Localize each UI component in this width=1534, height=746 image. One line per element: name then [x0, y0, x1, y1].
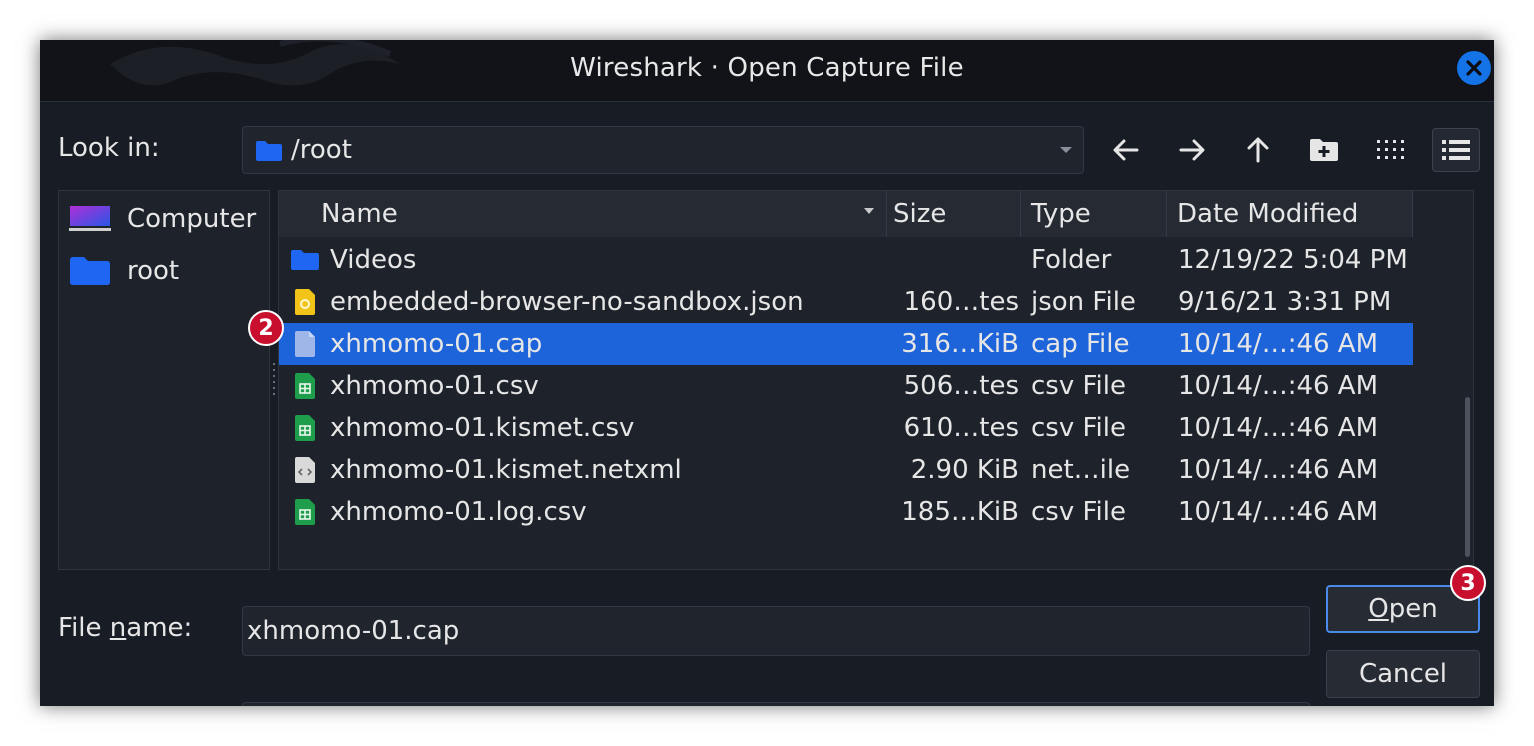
- sidebar-item-computer[interactable]: Computer: [69, 197, 256, 241]
- file-date: 10/14/…:46 AM: [1178, 329, 1379, 359]
- look-in-combobox[interactable]: /root: [242, 126, 1084, 174]
- file-name: xhmomo-01.cap: [330, 329, 543, 359]
- new-folder-button[interactable]: [1300, 128, 1348, 172]
- sort-descending-icon: [864, 208, 874, 214]
- parent-directory-button[interactable]: [1234, 128, 1282, 172]
- file-size: 160…tes: [903, 287, 1019, 317]
- close-icon: [1466, 60, 1482, 76]
- splitter-handle[interactable]: [272, 363, 276, 399]
- column-header-date-modified[interactable]: Date Modified: [1165, 191, 1413, 237]
- file-row-xhmomo-kismet-netxml[interactable]: xhmomo-01.kismet.netxml 2.90 KiB net…ile…: [279, 449, 1413, 491]
- cancel-button[interactable]: Cancel: [1326, 650, 1480, 698]
- file-type: csv File: [1031, 371, 1126, 401]
- file-row-xhmomo-kismet-csv[interactable]: xhmomo-01.kismet.csv 610…tes csv File 10…: [279, 407, 1413, 449]
- file-date: 10/14/…:46 AM: [1178, 413, 1379, 443]
- file-type: net…ile: [1031, 455, 1131, 485]
- file-size: 185…KiB: [901, 497, 1019, 527]
- step-marker-3: 3: [1450, 565, 1486, 601]
- icon-view-icon: [1377, 140, 1404, 159]
- forward-arrow-icon: [1179, 139, 1205, 161]
- folder-icon: [69, 256, 111, 286]
- file-date: 12/19/22 5:04 PM: [1178, 245, 1408, 275]
- column-header-type[interactable]: Type: [1019, 191, 1167, 237]
- file-row-videos[interactable]: Videos Folder 12/19/22 5:04 PM: [279, 239, 1413, 281]
- file-name-label: File name:: [58, 613, 193, 643]
- file-type: cap File: [1031, 329, 1130, 359]
- file-row-xhmomo-log-csv[interactable]: xhmomo-01.log.csv 185…KiB csv File 10/14…: [279, 491, 1413, 533]
- detail-view-button[interactable]: [1432, 128, 1480, 172]
- close-button[interactable]: [1457, 51, 1491, 85]
- file-type-combobox[interactable]: [242, 702, 1310, 706]
- file-type: csv File: [1031, 497, 1126, 527]
- file-name: xhmomo-01.kismet.netxml: [330, 455, 682, 485]
- file-list[interactable]: Name Size Type Date Modified Videos Fold…: [278, 190, 1474, 570]
- file-name: xhmomo-01.log.csv: [330, 497, 587, 527]
- column-header-name[interactable]: Name: [309, 191, 887, 237]
- window-title: Wireshark · Open Capture File: [570, 53, 964, 83]
- file-size: 610…tes: [903, 413, 1019, 443]
- look-in-label: Look in:: [58, 133, 160, 163]
- chevron-down-icon: [1060, 147, 1072, 153]
- file-date: 10/14/…:46 AM: [1178, 497, 1379, 527]
- file-name-input[interactable]: xhmomo-01.cap: [242, 606, 1310, 656]
- title-bar[interactable]: Wireshark · Open Capture File: [40, 40, 1494, 102]
- folder-icon: [287, 239, 323, 281]
- file-date: 10/14/…:46 AM: [1178, 455, 1379, 485]
- file-size: 506…tes: [903, 371, 1019, 401]
- back-button[interactable]: [1102, 128, 1150, 172]
- file-list-header: Name Size Type Date Modified: [279, 191, 1413, 237]
- file-icon: [287, 323, 323, 365]
- icon-view-button[interactable]: [1366, 128, 1414, 172]
- computer-icon: [69, 205, 111, 233]
- new-folder-icon: [1310, 139, 1338, 161]
- spreadsheet-icon: [287, 365, 323, 407]
- look-in-path: /root: [291, 135, 352, 165]
- open-capture-file-dialog: Wireshark · Open Capture File Look in: /…: [40, 40, 1494, 706]
- folder-icon: [256, 141, 282, 161]
- file-row-xhmomo-cap[interactable]: xhmomo-01.cap 316…KiB cap File 10/14/…:4…: [279, 323, 1413, 365]
- file-type: Folder: [1031, 245, 1112, 275]
- sidebar-item-label: Computer: [127, 204, 257, 234]
- file-row-xhmomo-csv[interactable]: xhmomo-01.csv 506…tes csv File 10/14/…:4…: [279, 365, 1413, 407]
- sidebar-item-root[interactable]: root: [69, 249, 179, 293]
- file-size: [877, 239, 1019, 281]
- file-name: xhmomo-01.csv: [330, 371, 539, 401]
- file-date: 10/14/…:46 AM: [1178, 371, 1379, 401]
- file-date: 9/16/21 3:31 PM: [1178, 287, 1392, 317]
- spreadsheet-icon: [287, 491, 323, 533]
- file-size: 316…KiB: [901, 329, 1019, 359]
- file-type: json File: [1031, 287, 1136, 317]
- step-marker-2: 2: [248, 310, 284, 346]
- file-name: xhmomo-01.kismet.csv: [330, 413, 635, 443]
- file-row-embedded-browser-json[interactable]: embedded-browser-no-sandbox.json 160…tes…: [279, 281, 1413, 323]
- sidebar-item-label: root: [127, 256, 180, 286]
- up-arrow-icon: [1247, 137, 1269, 163]
- json-file-icon: [287, 281, 323, 323]
- vertical-scrollbar[interactable]: [1465, 397, 1470, 557]
- places-sidebar: Computer root: [58, 190, 270, 570]
- back-arrow-icon: [1113, 139, 1139, 161]
- file-name: Videos: [330, 245, 417, 275]
- detail-view-icon: [1442, 140, 1470, 160]
- file-size: 2.90 KiB: [910, 455, 1019, 485]
- file-type: csv File: [1031, 413, 1126, 443]
- column-header-size[interactable]: Size: [881, 191, 1021, 237]
- spreadsheet-icon: [287, 407, 323, 449]
- forward-button[interactable]: [1168, 128, 1216, 172]
- file-name: embedded-browser-no-sandbox.json: [330, 287, 804, 317]
- xml-file-icon: [287, 449, 323, 491]
